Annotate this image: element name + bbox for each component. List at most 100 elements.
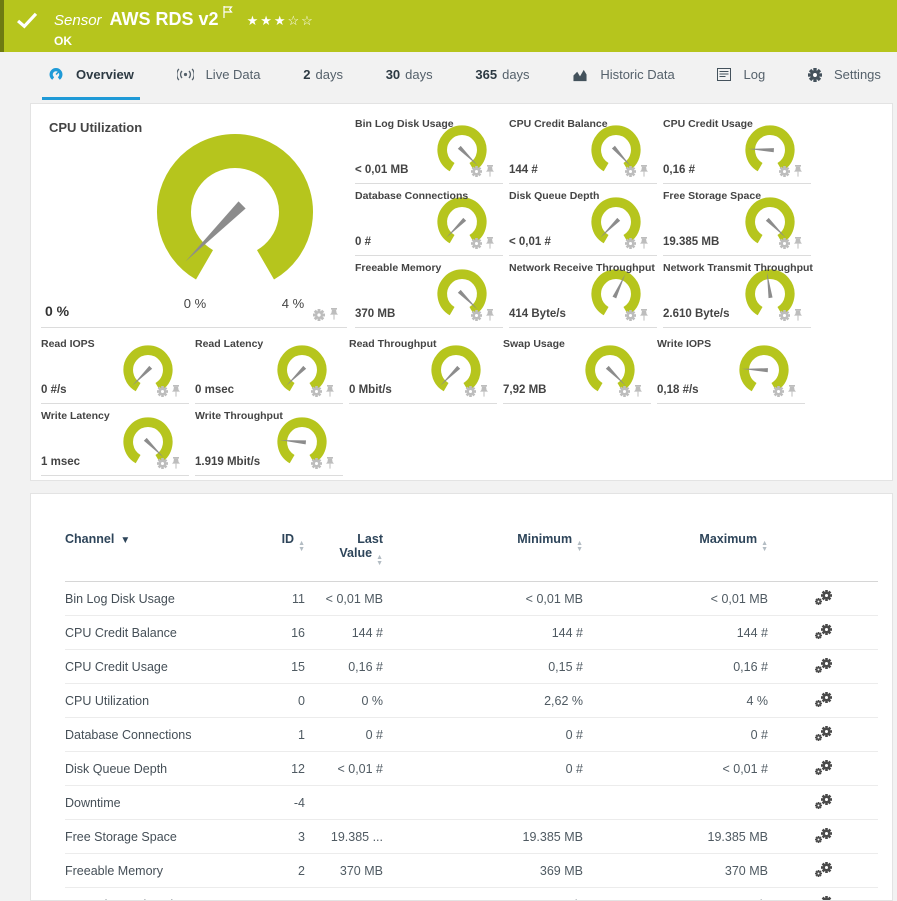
gauge-value: 414 Byte/s	[509, 308, 566, 320]
tab-365-days[interactable]: 365 days	[469, 52, 535, 100]
gear-icon[interactable]	[313, 309, 325, 321]
pin-icon[interactable]	[329, 308, 339, 321]
priority-stars[interactable]: ★★★☆☆	[247, 13, 315, 29]
gauge-title: Network Transmit Throughput	[663, 262, 813, 274]
gear-icon[interactable]	[779, 166, 790, 177]
tab-2-days[interactable]: 2 days	[297, 52, 349, 100]
tab-settings[interactable]: Settings	[802, 52, 887, 100]
gauge-title: Disk Queue Depth	[509, 190, 599, 202]
column-header-minimum[interactable]: Minimum▲▼	[383, 520, 583, 582]
gear-icon[interactable]	[471, 310, 482, 321]
pin-icon[interactable]	[171, 385, 181, 398]
table-row-free-storage-space: Free Storage Space319.385 ...19.385 MB19…	[65, 820, 878, 854]
tab-bar: Overview Live Data 2 days 30 days 365 da…	[0, 52, 897, 100]
pin-icon[interactable]	[485, 237, 495, 250]
gear-icon[interactable]	[625, 166, 636, 177]
channel-settings-icon[interactable]	[815, 624, 832, 639]
channel-last-value: < 0,01 #	[305, 752, 383, 786]
gauge-grid-bottom: Read IOPS 0 #/s Read Latency 0 msec Read…	[41, 332, 892, 476]
gauge-tile-read-throughput: Read Throughput 0 Mbit/s	[349, 332, 497, 404]
column-header-last-value[interactable]: Last Value▲▼	[305, 520, 383, 582]
pin-icon[interactable]	[639, 237, 649, 250]
sensor-kind-label: Sensor	[54, 12, 102, 29]
channel-id: 2	[243, 854, 305, 888]
channel-settings-icon[interactable]	[815, 726, 832, 741]
table-row-network-receive-throu: Network Receive Throu...13414 Byte...404…	[65, 888, 878, 901]
tab-icon	[177, 67, 194, 82]
gear-icon[interactable]	[471, 166, 482, 177]
pin-icon[interactable]	[479, 385, 489, 398]
pin-icon[interactable]	[639, 309, 649, 322]
gauge-value: 0 %	[45, 303, 69, 319]
gauge-title: Free Storage Space	[663, 190, 761, 202]
pin-icon[interactable]	[485, 309, 495, 322]
pin-icon[interactable]	[639, 165, 649, 178]
channel-settings-icon[interactable]	[815, 828, 832, 843]
gear-icon[interactable]	[625, 310, 636, 321]
channel-id: 0	[243, 684, 305, 718]
gauge-value: 0,18 #/s	[657, 384, 699, 396]
gauge-scale-max: 4 %	[277, 296, 309, 311]
channel-last-value: 0 #	[305, 718, 383, 752]
tab-30-days[interactable]: 30 days	[380, 52, 439, 100]
gear-icon[interactable]	[465, 386, 476, 397]
gauge-title: Read Latency	[195, 338, 263, 350]
channel-settings-icon[interactable]	[815, 590, 832, 605]
channel-settings-icon[interactable]	[815, 760, 832, 775]
channel-settings-icon[interactable]	[815, 794, 832, 809]
gear-icon[interactable]	[619, 386, 630, 397]
gauge-title: CPU Credit Usage	[663, 118, 753, 130]
gear-icon[interactable]	[779, 238, 790, 249]
tab-log[interactable]: Log	[711, 52, 771, 100]
table-row-downtime: Downtime-4	[65, 786, 878, 820]
tab-live-data[interactable]: Live Data	[171, 52, 267, 100]
sort-icon: ▲▼	[576, 541, 583, 553]
pin-icon[interactable]	[793, 165, 803, 178]
column-header-id[interactable]: ID▲▼	[243, 520, 305, 582]
pin-icon[interactable]	[325, 457, 335, 470]
gear-icon[interactable]	[625, 238, 636, 249]
column-header-channel[interactable]: Channel▼	[65, 520, 243, 582]
gear-icon[interactable]	[311, 458, 322, 469]
pin-icon[interactable]	[485, 165, 495, 178]
gear-icon[interactable]	[471, 238, 482, 249]
channel-name: Disk Queue Depth	[65, 752, 243, 786]
pin-icon[interactable]	[633, 385, 643, 398]
pin-icon[interactable]	[793, 237, 803, 250]
gauge-title: Database Connections	[355, 190, 468, 202]
tab-icon	[808, 68, 822, 82]
table-row-cpu-utilization: CPU Utilization00 %2,62 %4 %	[65, 684, 878, 718]
gauge-value: 7,92 MB	[503, 384, 546, 396]
gauge-title: Write Latency	[41, 410, 110, 422]
gear-icon[interactable]	[311, 386, 322, 397]
gear-icon[interactable]	[157, 386, 168, 397]
sensor-status-badge: OK	[54, 34, 315, 48]
gauge-title: Read IOPS	[41, 338, 95, 350]
gauge-tile-write-throughput: Write Throughput 1.919 Mbit/s	[195, 404, 343, 476]
channel-minimum: 0 #	[383, 752, 583, 786]
tab-overview[interactable]: Overview	[42, 52, 140, 100]
gear-icon[interactable]	[773, 386, 784, 397]
tab-icon	[572, 68, 588, 82]
channel-table-panel: Channel▼ID▲▼Last Value▲▼Minimum▲▼Maximum…	[30, 493, 893, 901]
gauge-title: Freeable Memory	[355, 262, 441, 274]
channel-settings-icon[interactable]	[815, 692, 832, 707]
table-row-cpu-credit-balance: CPU Credit Balance16144 #144 #144 #	[65, 616, 878, 650]
gauge-grid-top: Bin Log Disk Usage < 0,01 MB CPU Credit …	[355, 112, 811, 328]
channel-settings-icon[interactable]	[815, 862, 832, 877]
gauge-tile-cpu-credit-balance: CPU Credit Balance 144 #	[509, 112, 657, 184]
gear-icon[interactable]	[157, 458, 168, 469]
tab-historic-data[interactable]: Historic Data	[566, 52, 680, 100]
pin-icon[interactable]	[787, 385, 797, 398]
channel-settings-icon[interactable]	[815, 658, 832, 673]
flag-icon[interactable]	[223, 5, 233, 24]
pin-icon[interactable]	[793, 309, 803, 322]
pin-icon[interactable]	[171, 457, 181, 470]
gauge-tile-bin-log-disk-usage: Bin Log Disk Usage < 0,01 MB	[355, 112, 503, 184]
channel-minimum: 19.385 MB	[383, 820, 583, 854]
pin-icon[interactable]	[325, 385, 335, 398]
column-header-maximum[interactable]: Maximum▲▼	[583, 520, 768, 582]
gauge-title: Bin Log Disk Usage	[355, 118, 454, 130]
gear-icon[interactable]	[779, 310, 790, 321]
channel-settings-icon[interactable]	[815, 896, 832, 901]
